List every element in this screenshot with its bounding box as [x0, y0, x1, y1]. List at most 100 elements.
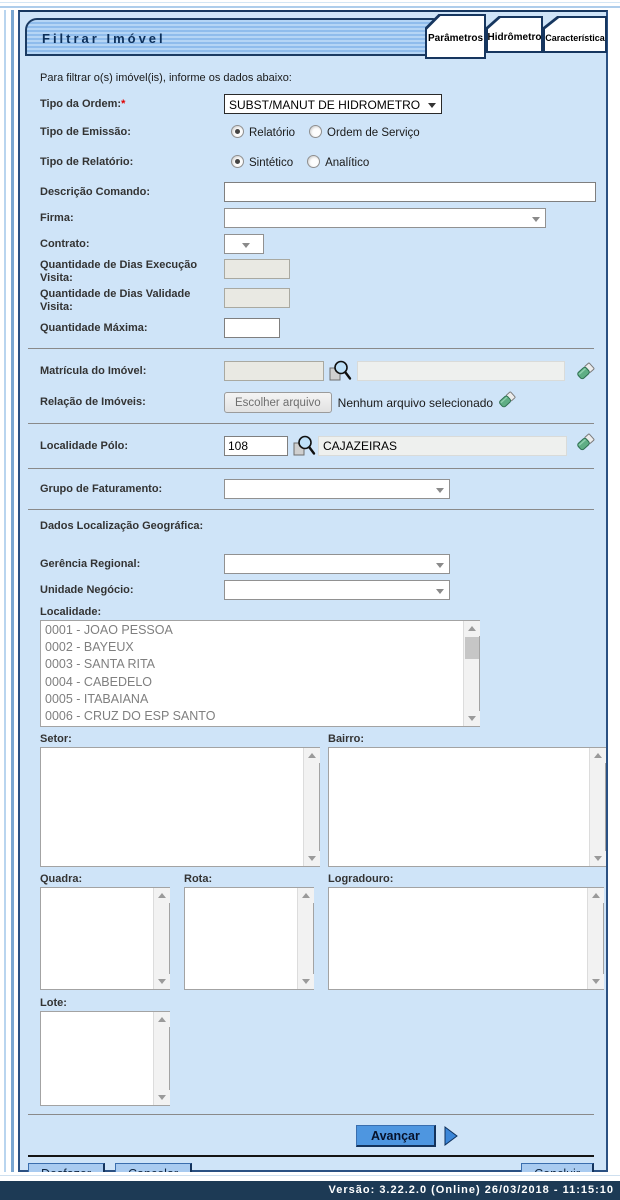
separator: [28, 509, 594, 510]
escolher-arquivo-button[interactable]: Escolher arquivo: [224, 392, 332, 413]
scroll-down-icon[interactable]: [154, 1090, 170, 1105]
scroll-up-icon[interactable]: [304, 748, 320, 763]
list-item[interactable]: 0001 - JOAO PESSOA: [42, 622, 462, 639]
list-item[interactable]: 0006 - CRUZ DO ESP SANTO: [42, 708, 462, 725]
localidade-polo-search-icon[interactable]: [292, 434, 316, 458]
logradouro-listbox[interactable]: [328, 887, 604, 990]
list-item[interactable]: 0003 - SANTA RITA: [42, 656, 462, 673]
scrollbar[interactable]: [153, 1012, 169, 1105]
button-separator-line: [28, 1155, 594, 1157]
localidade-polo-erase-icon[interactable]: [575, 432, 596, 453]
descricao-comando-input[interactable]: [224, 182, 596, 202]
scroll-down-icon[interactable]: [298, 974, 314, 989]
row-qtd-maxima: Quantidade Máxima:: [26, 318, 596, 338]
unidade-negocio-select[interactable]: [224, 580, 450, 600]
scrollbar-thumb[interactable]: [465, 637, 479, 659]
bottom-stripe-decoration: [0, 1172, 620, 1181]
tab-strip: Parâmetros Hidrômetro Característica: [425, 12, 607, 59]
firma-select[interactable]: [224, 208, 546, 228]
quadra-listbox[interactable]: [40, 887, 170, 990]
row-gerencia-regional: Gerência Regional:: [26, 554, 596, 574]
rota-listbox[interactable]: [184, 887, 314, 990]
localidade-label: Localidade:: [40, 606, 596, 618]
firma-label: Firma:: [40, 212, 224, 225]
version-text: Versão: 3.22.2.0 (Online) 26/03/2018 - 1…: [329, 1184, 614, 1196]
lote-listbox[interactable]: [40, 1011, 170, 1106]
relacao-erase-icon[interactable]: [497, 390, 517, 410]
scrollbar[interactable]: [463, 621, 479, 726]
forward-arrow-icon: [443, 1125, 459, 1147]
scrollbar[interactable]: [297, 888, 313, 989]
contrato-value: [225, 235, 263, 238]
list-item[interactable]: 0002 - BAYEUX: [42, 639, 462, 656]
contrato-select[interactable]: [224, 234, 264, 254]
logradouro-block: Logradouro:: [328, 873, 604, 990]
firma-value: [225, 209, 545, 212]
top-stripe-decoration: [0, 0, 620, 10]
scroll-up-icon[interactable]: [154, 1012, 170, 1027]
scrollbar[interactable]: [153, 888, 169, 989]
setor-listbox[interactable]: [40, 747, 320, 867]
dropdown-caret-icon: [436, 563, 444, 568]
scroll-up-icon[interactable]: [298, 888, 314, 903]
tab-hidrometro-label: Hidrômetro: [486, 32, 543, 43]
radio-analitico-label: Analítico: [325, 157, 369, 169]
scrollbar[interactable]: [303, 748, 319, 866]
row-qtd-dias-execucao: Quantidade de Dias Execução Visita:: [26, 259, 596, 285]
scroll-up-icon[interactable]: [590, 748, 606, 763]
qtd-dias-validade-input: [224, 288, 290, 308]
row-matricula-imovel: Matrícula do Imóvel:: [26, 359, 596, 383]
gerencia-regional-label: Gerência Regional:: [40, 558, 224, 571]
scroll-down-icon[interactable]: [464, 711, 480, 726]
scroll-up-icon[interactable]: [588, 888, 604, 903]
radio-sintetico[interactable]: [231, 155, 244, 168]
list-item[interactable]: 0005 - ITABAIANA: [42, 691, 462, 708]
matricula-erase-icon[interactable]: [575, 361, 596, 382]
quadra-block: Quadra:: [40, 873, 170, 990]
dropdown-caret-icon: [532, 217, 540, 222]
qtd-maxima-input[interactable]: [224, 318, 280, 338]
radio-analitico[interactable]: [307, 155, 320, 168]
gerencia-regional-select[interactable]: [224, 554, 450, 574]
tipo-emissao-radiogroup: RelatórioOrdem de Serviço: [224, 123, 434, 141]
tipo-ordem-label: Tipo da Ordem:*: [40, 98, 224, 111]
dropdown-caret-icon: [436, 488, 444, 493]
row-relacao-imoveis: Relação de Imóveis: Escolher arquivo Nen…: [26, 392, 596, 413]
filter-panel: Filtrar Imóvel Parâmetros Hidrômetro Car…: [18, 10, 608, 1172]
rota-block: Rota:: [184, 873, 314, 990]
scroll-up-icon[interactable]: [464, 621, 480, 636]
tipo-emissao-label: Tipo de Emissão:: [40, 126, 224, 139]
scroll-down-icon[interactable]: [590, 851, 606, 866]
scroll-down-icon[interactable]: [154, 974, 170, 989]
matricula-imovel-nome: [357, 361, 565, 381]
localidade-polo-input[interactable]: [224, 436, 288, 456]
radio-relatorio[interactable]: [231, 125, 244, 138]
matricula-search-icon[interactable]: [328, 359, 352, 383]
scrollbar[interactable]: [589, 748, 605, 866]
row-qtd-dias-validade: Quantidade de Dias Validade Visita:: [26, 288, 596, 314]
grupo-faturamento-value: [225, 480, 449, 483]
localidade-polo-nome: [318, 436, 567, 456]
contrato-label: Contrato:: [40, 238, 224, 251]
scroll-down-icon[interactable]: [588, 974, 604, 989]
localidade-listbox[interactable]: 0001 - JOAO PESSOA 0002 - BAYEUX 0003 - …: [40, 620, 480, 727]
tipo-relatorio-label: Tipo de Relatório:: [40, 156, 224, 169]
tab-hidrometro[interactable]: Hidrômetro: [486, 16, 543, 53]
scroll-up-icon[interactable]: [154, 888, 170, 903]
bairro-listbox[interactable]: [328, 747, 606, 867]
scrollbar[interactable]: [587, 888, 603, 989]
advance-row: Avançar: [356, 1125, 596, 1147]
scroll-down-icon[interactable]: [304, 851, 320, 866]
tab-caracteristica[interactable]: Característica: [543, 16, 607, 53]
required-asterisk: *: [121, 98, 125, 110]
tipo-ordem-select[interactable]: SUBST/MANUT DE HIDROMETRO: [224, 94, 442, 114]
list-item[interactable]: 0004 - CABEDELO: [42, 674, 462, 691]
avancar-button[interactable]: Avançar: [356, 1125, 436, 1147]
grupo-faturamento-select[interactable]: [224, 479, 450, 499]
rota-label: Rota:: [184, 873, 314, 885]
qtd-dias-execucao-input: [224, 259, 290, 279]
localidade-options: 0001 - JOAO PESSOA 0002 - BAYEUX 0003 - …: [42, 622, 462, 725]
gerencia-regional-value: [225, 555, 449, 558]
radio-ordem-servico[interactable]: [309, 125, 322, 138]
tab-parametros[interactable]: Parâmetros: [425, 14, 486, 59]
